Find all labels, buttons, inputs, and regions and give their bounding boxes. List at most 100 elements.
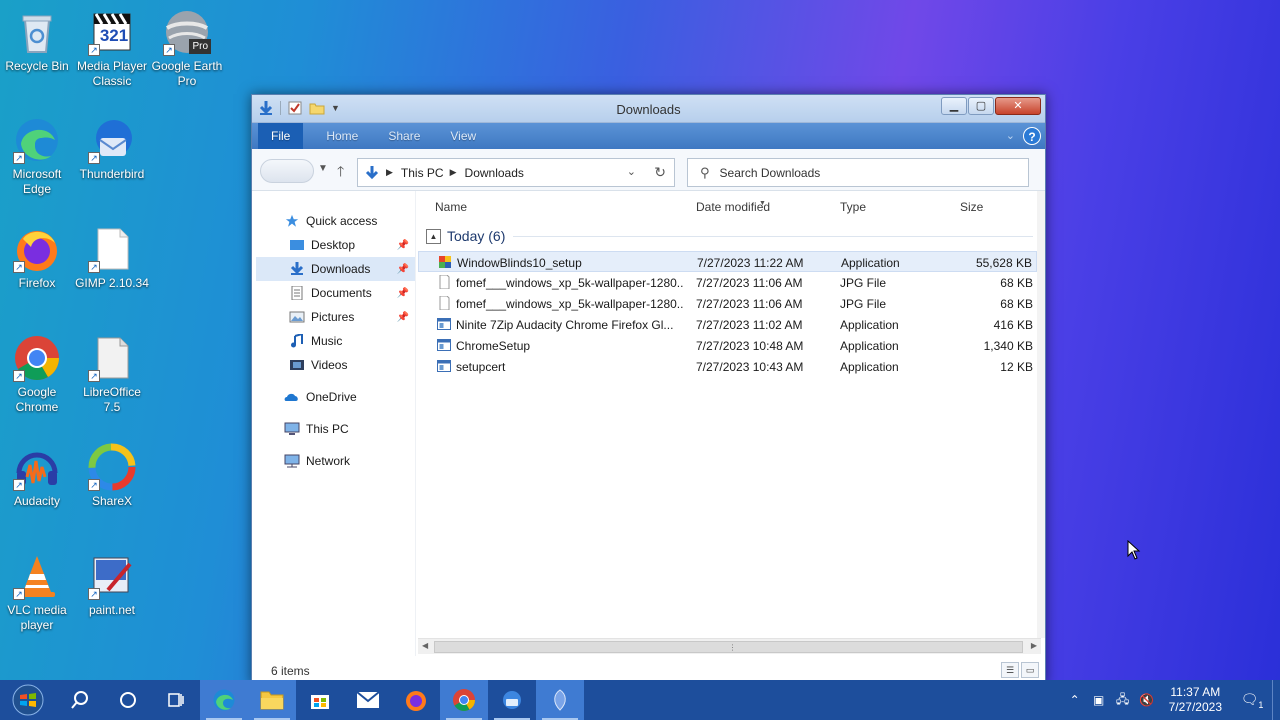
close-button[interactable]: ✕	[995, 97, 1041, 115]
file-row[interactable]: Ninite 7Zip Audacity Chrome Firefox Gl..…	[418, 314, 1037, 335]
sidebar-item-label: Music	[311, 334, 343, 348]
task-view-button[interactable]	[152, 680, 200, 720]
ribbon-tabs: File Home Share View ⌄ ?	[252, 123, 1045, 149]
scrollbar-thumb[interactable]: ⋮	[434, 641, 1023, 653]
file-row[interactable]: fomef___windows_xp_5k-wallpaper-1280... …	[418, 272, 1037, 293]
column-size[interactable]: Size	[960, 200, 983, 214]
show-hidden-icons-icon[interactable]: ⌃	[1063, 693, 1087, 707]
collapse-group-icon[interactable]: ▲	[426, 228, 441, 244]
vertical-scrollbar[interactable]	[1037, 191, 1045, 638]
taskbar-firefox[interactable]	[392, 680, 440, 720]
desktop-icon-google-earth-pro[interactable]: Pro ↗ Google Earth Pro	[150, 8, 224, 89]
desktop-icon-gimp[interactable]: ↗ GIMP 2.10.34	[75, 225, 149, 291]
device-icon[interactable]: ▣	[1087, 693, 1111, 707]
help-button[interactable]: ?	[1023, 127, 1041, 145]
desktop-icon-chrome[interactable]: ↗ Google Chrome	[0, 334, 74, 415]
sidebar-item-quick-access[interactable]: Quick access	[256, 209, 415, 233]
tab-file[interactable]: File	[258, 123, 304, 149]
cortana-button[interactable]	[104, 680, 152, 720]
breadcrumb-separator-icon[interactable]: ▶	[386, 167, 393, 178]
taskbar-store[interactable]	[296, 680, 344, 720]
taskbar-windowblinds[interactable]	[536, 680, 584, 720]
file-row[interactable]: WindowBlinds10_setup 7/27/2023 11:22 AM …	[418, 251, 1037, 272]
taskbar-thunderbird[interactable]	[488, 680, 536, 720]
up-arrow-icon[interactable]: 🡑	[337, 161, 344, 185]
sidebar-item-pictures[interactable]: Pictures 📌	[256, 305, 415, 329]
large-icons-view-icon[interactable]: ▭	[1021, 662, 1039, 678]
network-status-icon[interactable]: 🖧	[1111, 690, 1135, 711]
desktop-icon-firefox[interactable]: ↗ Firefox	[0, 225, 74, 291]
desktop-icon-label: Recycle Bin	[5, 59, 69, 73]
back-forward-buttons[interactable]	[260, 159, 314, 183]
breadcrumb-separator-icon[interactable]: ▶	[450, 167, 457, 178]
file-name: fomef___windows_xp_5k-wallpaper-1280...	[456, 297, 684, 311]
title-bar[interactable]: ▼ Downloads ▁ ▢ ✕	[252, 95, 1045, 123]
show-desktop-button[interactable]	[1272, 680, 1280, 720]
shortcut-arrow-icon: ↗	[13, 152, 25, 164]
file-date: 7/27/2023 10:48 AM	[696, 339, 804, 353]
pin-icon[interactable]: 📌	[397, 288, 409, 299]
pictures-folder-icon	[289, 311, 305, 323]
file-row[interactable]: setupcert 7/27/2023 10:43 AM Application…	[418, 356, 1037, 377]
search-box[interactable]: ⚲ Search Downloads	[687, 158, 1029, 187]
file-row[interactable]: fomef___windows_xp_5k-wallpaper-1280... …	[418, 293, 1037, 314]
address-bar[interactable]: ▶ This PC ▶ Downloads ⌄ ↻	[357, 158, 675, 187]
desktop-icon-paint-net[interactable]: ↗ paint.net	[75, 552, 149, 618]
sidebar-item-onedrive[interactable]: OneDrive	[256, 385, 415, 409]
expand-ribbon-icon[interactable]: ⌄	[1006, 129, 1015, 142]
start-button[interactable]	[0, 680, 56, 720]
clock[interactable]: 11:37 AM 7/27/2023	[1159, 685, 1232, 715]
scroll-right-icon[interactable]: ▶	[1031, 641, 1037, 650]
column-date-modified[interactable]: Date modified	[696, 200, 770, 214]
tab-home[interactable]: Home	[311, 123, 373, 149]
tab-share[interactable]: Share	[373, 123, 435, 149]
column-name[interactable]: Name	[435, 200, 467, 214]
sidebar-item-documents[interactable]: Documents 📌	[256, 281, 415, 305]
maximize-button[interactable]: ▢	[968, 97, 994, 115]
tab-view[interactable]: View	[435, 123, 491, 149]
horizontal-scrollbar[interactable]: ◀ ⋮ ▶	[418, 638, 1041, 654]
desktop-icon-edge[interactable]: ↗ Microsoft Edge	[0, 116, 74, 197]
sidebar-item-network[interactable]: Network	[256, 449, 415, 473]
taskbar-mail[interactable]	[344, 680, 392, 720]
desktop-icon-sharex[interactable]: ↗ ShareX	[75, 443, 149, 509]
pin-icon[interactable]: 📌	[397, 312, 409, 323]
address-dropdown-icon[interactable]: ⌄	[627, 165, 636, 178]
navigation-pane: Quick access Desktop 📌 Downloads 📌 Docum…	[256, 191, 416, 656]
sidebar-item-desktop[interactable]: Desktop 📌	[256, 233, 415, 257]
sidebar-item-music[interactable]: Music	[256, 329, 415, 353]
refresh-icon[interactable]: ↻	[654, 164, 666, 181]
recent-locations-icon[interactable]: ▼	[318, 163, 328, 174]
taskbar-file-explorer[interactable]	[248, 680, 296, 720]
file-type: JPG File	[840, 276, 887, 290]
jpg-file-icon	[439, 296, 450, 310]
file-row[interactable]: ChromeSetup 7/27/2023 10:48 AM Applicati…	[418, 335, 1037, 356]
desktop-icon-audacity[interactable]: ↗ Audacity	[0, 443, 74, 509]
desktop-icon-media-player-classic[interactable]: 321 ↗ Media Player Classic	[75, 8, 149, 89]
taskbar-edge[interactable]	[200, 680, 248, 720]
sidebar-item-this-pc[interactable]: This PC	[256, 417, 415, 441]
details-view-icon[interactable]: ☰	[1001, 662, 1019, 678]
action-center-button[interactable]: 🗨1	[1232, 691, 1272, 710]
taskbar-search-button[interactable]	[56, 680, 104, 720]
sidebar-item-videos[interactable]: Videos	[256, 353, 415, 377]
pin-icon[interactable]: 📌	[397, 264, 409, 275]
file-type: Application	[840, 360, 899, 374]
desktop-icon-libreoffice[interactable]: ↗ LibreOffice 7.5	[75, 334, 149, 415]
pin-icon[interactable]: 📌	[397, 240, 409, 251]
desktop-icon-recycle-bin[interactable]: Recycle Bin	[0, 8, 74, 74]
breadcrumb-downloads[interactable]: Downloads	[465, 166, 524, 180]
sidebar-item-label: Documents	[311, 286, 372, 300]
desktop-icon-vlc[interactable]: ↗ VLC media player	[0, 552, 74, 633]
volume-muted-icon[interactable]: 🔇	[1135, 693, 1159, 707]
breadcrumb-this-pc[interactable]: This PC	[401, 166, 444, 180]
taskbar-chrome[interactable]	[440, 680, 488, 720]
group-header-today[interactable]: ▲ Today (6)	[426, 225, 1033, 247]
sidebar-item-downloads[interactable]: Downloads 📌	[256, 257, 415, 281]
column-type[interactable]: Type	[840, 200, 866, 214]
minimize-button[interactable]: ▁	[941, 97, 967, 115]
scroll-left-icon[interactable]: ◀	[422, 641, 428, 650]
application-icon	[437, 339, 451, 351]
desktop-icon-thunderbird[interactable]: ↗ Thunderbird	[75, 116, 149, 182]
desktop-icon-label: Thunderbird	[79, 167, 145, 181]
